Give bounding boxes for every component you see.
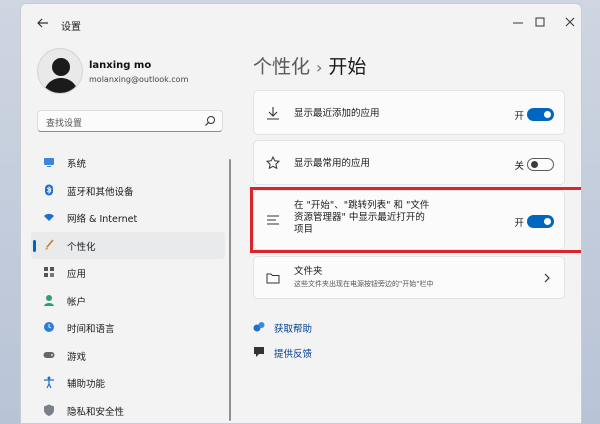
sidebar-item-network[interactable]: 网络 & Internet xyxy=(31,204,225,232)
brush-icon xyxy=(45,238,54,250)
maximize-button[interactable] xyxy=(529,12,551,32)
sidebar-scrollbar[interactable] xyxy=(229,159,231,421)
sidebar-nav: 系统 蓝牙和其他设备 网络 & Internet 个性化 应用 帐户 时间和语言 xyxy=(31,149,225,424)
minimize-icon xyxy=(513,22,523,24)
sidebar-item-gaming[interactable]: 游戏 xyxy=(31,342,225,370)
display-icon xyxy=(44,158,54,167)
wifi-icon xyxy=(44,213,54,221)
sidebar-item-accounts[interactable]: 帐户 xyxy=(31,287,225,315)
close-button[interactable] xyxy=(559,12,581,32)
folder-icon xyxy=(266,273,280,284)
sidebar-item-accessibility[interactable]: 辅助功能 xyxy=(31,369,225,397)
sidebar-item-label: 个性化 xyxy=(67,241,96,253)
sidebar-item-time-language[interactable]: 时间和语言 xyxy=(31,314,225,342)
active-indicator xyxy=(33,239,36,252)
shield-icon xyxy=(44,404,54,416)
highlight-box xyxy=(250,187,581,253)
gamepad-icon xyxy=(43,351,55,358)
maximize-icon xyxy=(535,17,545,27)
sidebar-item-label: 蓝牙和其他设备 xyxy=(67,186,134,198)
user-email: molanxing@outlook.com xyxy=(89,75,189,84)
avatar[interactable] xyxy=(37,48,83,94)
breadcrumb-separator: › xyxy=(316,58,323,77)
folders-label: 文件夹 xyxy=(294,266,323,277)
sidebar-item-bluetooth[interactable]: 蓝牙和其他设备 xyxy=(31,177,225,205)
page-title: 开始 xyxy=(328,56,367,78)
arrow-left-icon xyxy=(37,18,48,28)
breadcrumb-parent[interactable]: 个性化 xyxy=(253,56,310,78)
setting-most-used[interactable]: 显示最常用的应用 关 xyxy=(253,140,565,185)
sidebar-item-label: 辅助功能 xyxy=(67,379,106,390)
bluetooth-icon xyxy=(45,184,53,195)
setting-label: 显示最常用的应用 xyxy=(294,158,371,169)
apps-icon xyxy=(44,267,54,277)
back-button[interactable] xyxy=(35,15,51,31)
download-icon xyxy=(267,107,279,120)
title-bar: 设置 xyxy=(21,4,581,42)
toggle-switch[interactable] xyxy=(527,158,554,171)
star-icon xyxy=(266,156,280,170)
accessibility-icon xyxy=(44,376,54,388)
setting-label: 显示最近添加的应用 xyxy=(294,108,380,119)
feedback-label: 提供反馈 xyxy=(274,349,313,360)
sidebar-item-system[interactable]: 系统 xyxy=(31,149,225,177)
toggle-state-text: 关 xyxy=(514,161,524,172)
globe-clock-icon xyxy=(44,322,54,332)
setting-recently-added[interactable]: 显示最近添加的应用 开 xyxy=(253,90,565,135)
sidebar-item-label: 帐户 xyxy=(67,296,87,308)
sidebar-item-label: 隐私和安全性 xyxy=(67,406,125,418)
sidebar-item-label: 网络 & Internet xyxy=(67,214,138,225)
user-name: lanxing mo xyxy=(89,60,152,71)
search-input[interactable]: 查找设置 xyxy=(37,110,223,132)
help-icon xyxy=(253,322,265,332)
get-help-label: 获取帮助 xyxy=(274,324,313,335)
sidebar-item-label: 系统 xyxy=(67,159,87,170)
folders-description: 这些文件夹出现在电源按钮旁边的"开始"栏中 xyxy=(294,280,434,288)
sidebar-item-apps[interactable]: 应用 xyxy=(31,259,225,287)
feedback-icon xyxy=(254,347,264,357)
search-icon[interactable] xyxy=(204,115,216,127)
settings-window: 设置 lanxing mo molanxing@outlook.com 查找设置… xyxy=(20,3,582,424)
sidebar-item-label: 应用 xyxy=(67,269,87,280)
sidebar-item-label: 游戏 xyxy=(67,351,87,363)
sidebar-item-privacy[interactable]: 隐私和安全性 xyxy=(31,397,225,424)
window-title: 设置 xyxy=(61,22,81,33)
minimize-button[interactable] xyxy=(507,12,529,32)
sidebar-item-personalization[interactable]: 个性化 xyxy=(31,231,225,259)
chevron-right-icon xyxy=(544,273,550,283)
toggle-state-text: 开 xyxy=(514,111,524,122)
person-icon xyxy=(44,294,54,306)
sidebar-item-label: 时间和语言 xyxy=(67,324,115,335)
toggle-switch[interactable] xyxy=(527,108,554,121)
person-avatar-icon xyxy=(43,58,79,93)
breadcrumb: 个性化 › 开始 xyxy=(253,52,366,79)
close-icon xyxy=(565,17,575,27)
search-placeholder: 查找设置 xyxy=(46,119,83,129)
folders-card[interactable]: 文件夹 这些文件夹出现在电源按钮旁边的"开始"栏中 xyxy=(253,256,565,299)
